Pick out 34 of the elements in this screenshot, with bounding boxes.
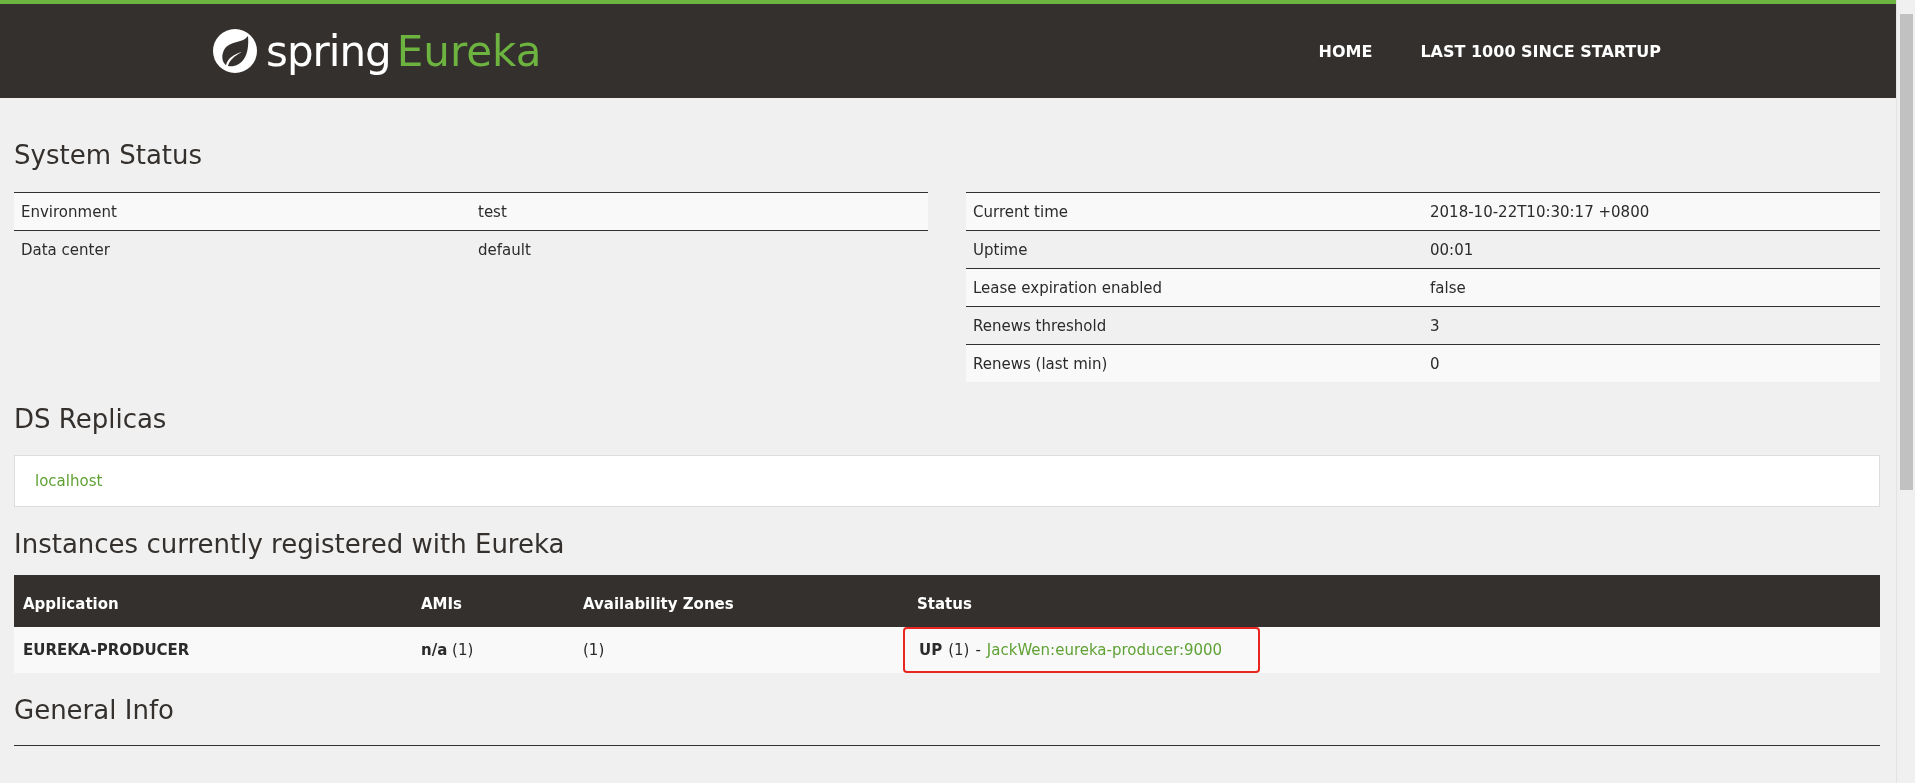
column-header: Availability Zones [574,575,908,627]
table-cell: (1) [574,627,908,673]
column-header: AMIs [412,575,574,627]
ami-label: n/a [421,641,448,659]
table-cell: 3 [1423,306,1880,345]
table-cell: 00:01 [1423,230,1880,269]
section-heading: DS Replicas [14,404,168,434]
ami-count: (1) [452,641,474,659]
table-cell: Renews (last min) [966,344,1423,382]
table-cell: 2018-10-22T10:30:17 +0800 [1423,192,1880,231]
logo-text[interactable]: spring Eureka [266,26,542,76]
table-cell: Data center [14,230,471,268]
table-cell: Renews threshold [966,306,1423,345]
table-cell: default [471,230,928,268]
leaf-logo-icon [212,28,258,74]
table-cell: false [1423,268,1880,307]
status-count: (1) [948,641,970,659]
status-state: UP [919,641,943,659]
column-header: Status [908,575,1880,627]
table-cell: EUREKA-PRODUCER [14,627,412,673]
table-cell: Uptime [966,230,1423,269]
section-heading: System Status [14,140,204,170]
column-header: Application [14,575,412,627]
table-cell: Environment [14,192,471,231]
table-cell: Current time [966,192,1423,231]
table-cell: Lease expiration enabled [966,268,1423,307]
section-heading: Instances currently registered with Eureka [14,529,566,559]
nav-link[interactable]: HOME [1318,41,1373,61]
nav-link[interactable]: LAST 1000 SINCE STARTUP [1420,41,1661,61]
table-cell: test [471,192,928,231]
scrollbar[interactable] [1896,0,1915,783]
section-heading: General Info [14,695,1880,746]
separator-text: - [975,641,981,659]
table-cell: 0 [1423,344,1880,382]
